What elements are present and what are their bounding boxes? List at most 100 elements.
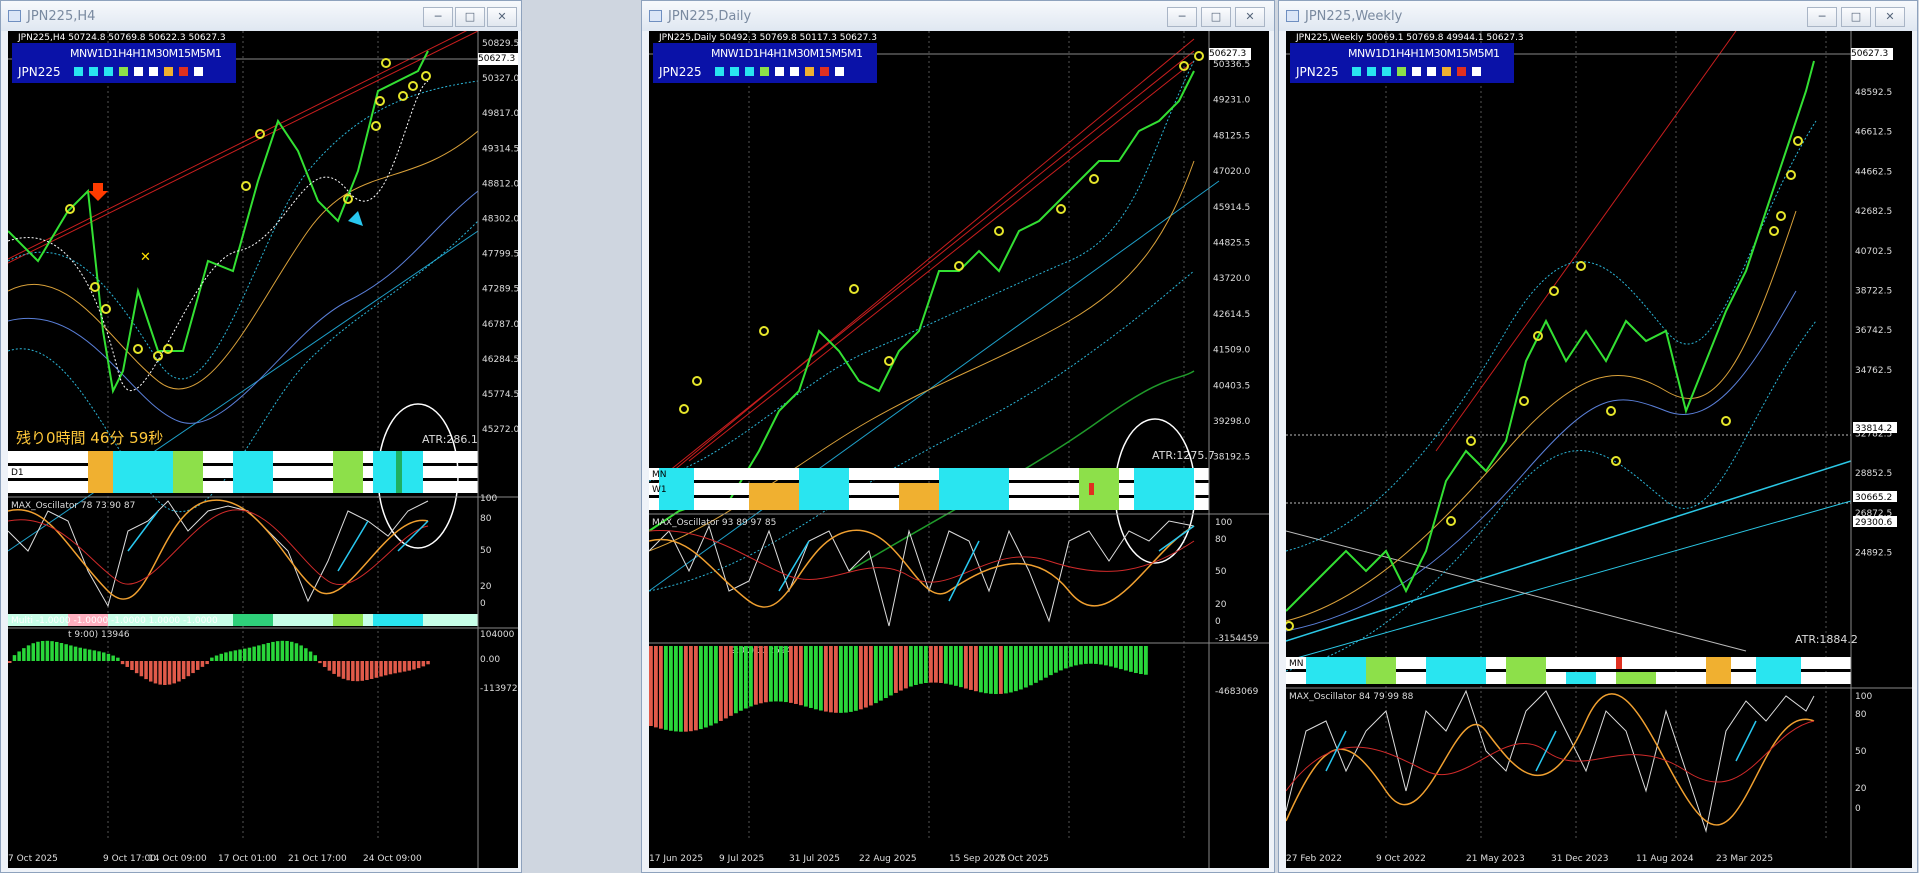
histogram-bar — [402, 661, 407, 672]
histogram-bar — [874, 646, 878, 704]
price-tick-label: 48302.0 — [482, 215, 518, 225]
histogram-bar — [365, 661, 369, 681]
histogram-bar — [205, 661, 209, 665]
price-tick-label: 48812.0 — [482, 179, 518, 189]
window-titlebar[interactable]: JPN225,Weekly ─ □ ✕ — [1279, 1, 1917, 31]
histogram-bar — [8, 661, 12, 663]
histogram-bar — [421, 661, 426, 667]
vertical-grid — [748, 31, 1185, 841]
atr-label: ATR:1275.7 — [1152, 449, 1215, 462]
window-titlebar[interactable]: JPN225,H4 ─ □ ✕ — [1, 1, 521, 31]
plot-area[interactable]: ATR:1275.7 MN W1 MAX_Oscillator 93 89 97… — [649, 31, 1269, 868]
price-tick-label: 34762.5 — [1855, 366, 1892, 376]
resistance-trendline — [649, 38, 1195, 492]
histogram-bar — [139, 661, 144, 677]
price-tick-label: 44825.5 — [1213, 239, 1250, 249]
histogram-bar — [266, 642, 270, 661]
symbol-label: JPN225 — [659, 65, 702, 79]
histogram-bar — [834, 646, 838, 713]
price-tick-label: 42614.5 — [1213, 310, 1250, 320]
timeframe-panel: MNW1D1H4H1M30M15M5M1 JPN225 — [1290, 43, 1514, 83]
histogram-bar — [327, 661, 332, 671]
price-tick-label: 47799.5 — [482, 250, 518, 260]
maximize-button[interactable]: □ — [1201, 7, 1231, 27]
date-tick-label: 23 Mar 2025 — [1716, 854, 1773, 864]
oscillator-orange — [649, 525, 1195, 608]
histogram-bar — [55, 641, 59, 661]
date-tick-label: 24 Oct 09:00 — [363, 854, 422, 864]
maximize-button[interactable]: □ — [455, 7, 485, 27]
histogram-bar — [186, 661, 191, 677]
histogram-bar — [694, 646, 698, 731]
close-button[interactable]: ✕ — [1875, 7, 1905, 27]
histogram-bar — [294, 643, 299, 661]
histogram-bar — [719, 646, 723, 721]
close-button[interactable]: ✕ — [487, 7, 517, 27]
histogram-bar — [22, 648, 26, 661]
symbol-label: JPN225 — [18, 65, 61, 79]
histogram-bar — [280, 640, 285, 661]
histogram-bar — [989, 646, 993, 694]
upper-band — [649, 60, 1195, 482]
timeframe-labels: MNW1D1H4H1M30M15M5M1 — [1348, 47, 1500, 60]
oscillator-cyan — [778, 525, 1195, 602]
price-tick-label: 45272.0 — [482, 425, 518, 435]
histogram-tick-label: 104000 — [480, 630, 515, 640]
resistance-trendline-3 — [688, 60, 1195, 462]
histogram-bar — [889, 646, 893, 696]
histogram-bar — [869, 646, 873, 706]
histogram-bar — [659, 646, 663, 729]
histogram-bar — [704, 646, 708, 728]
minimize-button[interactable]: ─ — [1807, 7, 1837, 27]
chart-window-h4[interactable]: JPN225,H4 ─ □ ✕ ✕ 残り0時間 46分 59秒 ATR:286.… — [0, 0, 522, 873]
histogram-bars — [8, 640, 430, 685]
histogram-bars — [649, 646, 1148, 732]
histogram-bar — [388, 661, 393, 675]
oscillator-tick-label: 50 — [1855, 747, 1867, 757]
histogram-bar — [120, 661, 125, 665]
window-titlebar[interactable]: JPN225,Daily ─ □ ✕ — [642, 1, 1274, 31]
level-price-label: 30665.2 — [1855, 493, 1892, 503]
maximize-button[interactable]: □ — [1841, 7, 1871, 27]
histogram-bar — [929, 646, 933, 683]
histogram-bar — [407, 661, 411, 671]
histogram-bar — [163, 661, 167, 685]
oscillator-tick-label: 100 — [1215, 518, 1232, 528]
plot-area[interactable]: ATR:1884.2 MN MAX_Oscillator 84 79 99 88 — [1286, 31, 1912, 868]
white-ma — [8, 80, 429, 391]
plot-area[interactable]: ✕ 残り0時間 46分 59秒 ATR:286.1 D1 MAX_Oscilla… — [8, 31, 518, 868]
histogram-bar — [939, 646, 943, 683]
histogram-bar — [934, 646, 938, 683]
histogram-bar — [106, 653, 111, 661]
histogram-bar — [739, 646, 743, 711]
minimize-button[interactable]: ─ — [1167, 7, 1197, 27]
histogram-bar — [337, 661, 341, 677]
upper-band — [1286, 120, 1817, 552]
date-axis: 17 Jun 2025 9 Jul 2025 31 Jul 2025 22 Aug 2… — [649, 854, 1049, 864]
histogram-bar — [200, 661, 205, 667]
chart-window-weekly[interactable]: JPN225,Weekly ─ □ ✕ ATR:1884.2 MN MAX_Os… — [1278, 0, 1918, 873]
oscillator-tick-label: 50 — [480, 546, 492, 556]
histogram-bar — [196, 661, 200, 670]
histogram-label: t 9:00) 13946 — [68, 630, 130, 640]
histogram-bar — [1119, 646, 1123, 670]
oscillator-tick-label: 80 — [480, 514, 492, 524]
price-tick-label: 49231.0 — [1213, 96, 1250, 106]
histogram-bar — [181, 661, 186, 680]
close-button[interactable]: ✕ — [1235, 7, 1265, 27]
price-tick-label: 48125.5 — [1213, 131, 1250, 141]
oscillator-axis: 100 80 50 20 0 — [1855, 692, 1872, 814]
oscillator-tick-label: 80 — [1855, 710, 1867, 720]
histogram-bar — [153, 661, 158, 684]
histogram-bar — [1014, 646, 1018, 692]
histogram-bar — [73, 646, 78, 661]
date-tick-label: 21 May 2023 — [1466, 854, 1525, 864]
histogram-bar — [308, 651, 313, 661]
chart-window-daily[interactable]: JPN225,Daily ─ □ ✕ ATR:1275.7 MN W1 MAX_… — [641, 0, 1275, 873]
ohlc-header: JPN225,Weekly 50069.1 50769.8 49944.1 50… — [1296, 33, 1524, 43]
minimize-button[interactable]: ─ — [423, 7, 453, 27]
histogram-bar — [285, 640, 289, 661]
histogram-bar — [149, 661, 153, 682]
histogram-bar — [954, 646, 958, 686]
histogram-bar — [102, 652, 106, 661]
